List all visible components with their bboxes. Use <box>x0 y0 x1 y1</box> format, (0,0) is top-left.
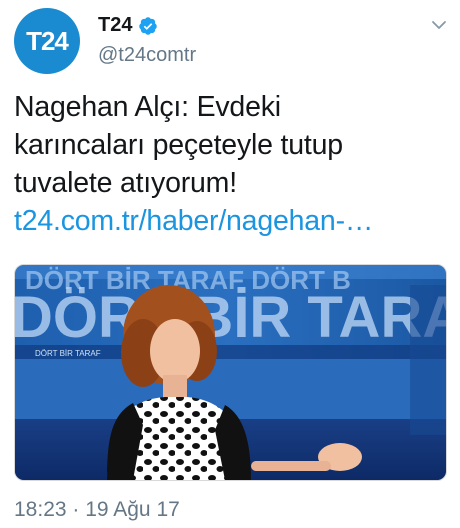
handle[interactable]: @t24comtr <box>98 44 196 67</box>
avatar[interactable]: T24 <box>14 8 80 74</box>
tweet-header: T24 T24 @t24comtr <box>14 8 454 74</box>
name-row: T24 <box>98 14 158 37</box>
media-backdrop-big-text: DÖRT BİR TARA <box>15 285 446 350</box>
display-name[interactable]: T24 <box>98 14 132 37</box>
verified-icon <box>139 16 158 35</box>
media-image: DÖRT BİR TARAF DÖRT B DÖRT BİR TARA DÖRT… <box>15 265 446 480</box>
tweet-text: Nagehan Alçı: Evdeki karıncaları peçetey… <box>14 88 444 240</box>
chevron-down-icon[interactable] <box>430 16 448 34</box>
tweet-link[interactable]: t24.com.tr/haber/nagehan-… <box>14 202 444 240</box>
tweet-text-line: Nagehan Alçı: Evdeki <box>14 91 281 123</box>
avatar-text: T24 <box>26 25 69 56</box>
tweet-text-line: tuvalete atıyorum! <box>14 167 237 199</box>
tweet-text-line: karıncaları peçeteyle tutup <box>14 129 343 161</box>
media-backdrop-small-text: DÖRT BİR TARAF <box>35 349 101 358</box>
tweet-media[interactable]: DÖRT BİR TARAF DÖRT B DÖRT BİR TARA DÖRT… <box>14 264 447 481</box>
tweet-timestamp[interactable]: 18:23 · 19 Ağu 17 <box>14 498 180 522</box>
